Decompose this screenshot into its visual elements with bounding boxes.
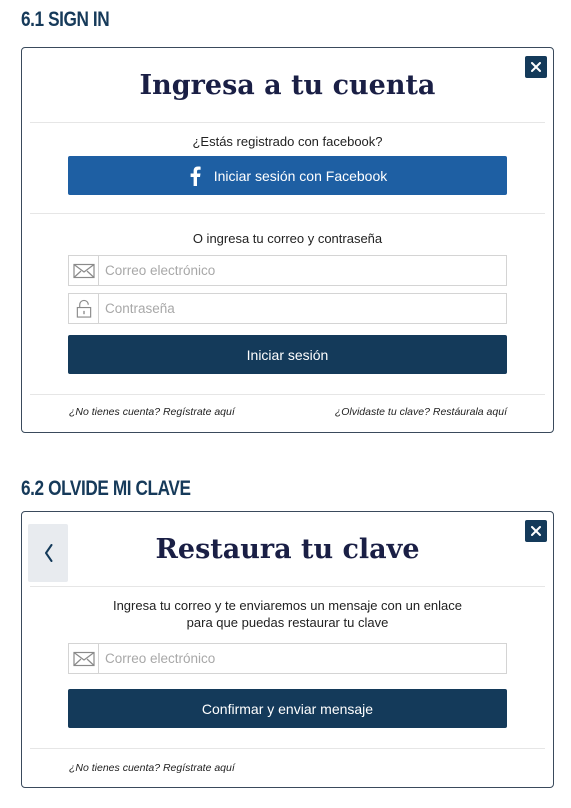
modal-title: Ingresa a tu cuenta xyxy=(139,70,436,101)
signin-button[interactable]: Iniciar sesión xyxy=(68,335,507,374)
envelope-icon xyxy=(69,256,99,285)
section-title-signin: 6.1 SIGN IN xyxy=(21,8,110,31)
envelope-icon xyxy=(69,644,99,673)
email-field[interactable] xyxy=(68,255,507,286)
instruction-line-2: para que puedas restaurar tu clave xyxy=(186,615,389,630)
facebook-prompt: ¿Estás registrado con facebook? xyxy=(192,134,383,149)
divider xyxy=(30,748,545,749)
lock-icon xyxy=(69,294,99,323)
forgot-password-link[interactable]: ¿Olvidaste tu clave? Restáurala aquí xyxy=(335,406,507,418)
email-input[interactable] xyxy=(99,256,506,285)
password-input[interactable] xyxy=(99,294,506,323)
instruction-line-1: Ingresa tu correo y te enviaremos un men… xyxy=(112,598,463,613)
register-link[interactable]: ¿No tienes cuenta? Regístrate aquí xyxy=(69,406,235,418)
forgot-password-modal: Restaura tu clave Ingresa tu correo y te… xyxy=(21,511,554,788)
password-field[interactable] xyxy=(68,293,507,324)
divider xyxy=(30,122,545,123)
facebook-login-button[interactable]: Iniciar sesión con Facebook xyxy=(68,156,507,195)
signin-modal: Ingresa a tu cuenta ¿Estás registrado co… xyxy=(21,47,554,433)
register-link[interactable]: ¿No tienes cuenta? Regístrate aquí xyxy=(69,762,235,774)
email-prompt: O ingresa tu correo y contraseña xyxy=(192,231,383,246)
divider xyxy=(30,586,545,587)
divider xyxy=(30,394,545,395)
modal-title: Restaura tu clave xyxy=(155,534,420,565)
facebook-login-label: Iniciar sesión con Facebook xyxy=(213,167,388,184)
send-reset-button[interactable]: Confirmar y enviar mensaje xyxy=(68,689,507,728)
facebook-icon xyxy=(190,166,201,186)
section-title-forgot: 6.2 OLVIDE MI CLAVE xyxy=(21,477,191,500)
email-field[interactable] xyxy=(68,643,507,674)
divider xyxy=(30,213,545,214)
email-input[interactable] xyxy=(99,644,506,673)
